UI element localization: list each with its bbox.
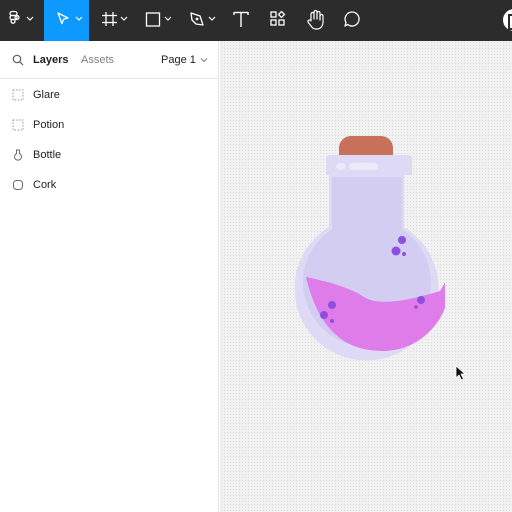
- dashed-frame-icon: [12, 119, 24, 131]
- layers-panel: Layers Assets Page 1 Glare Potion Bottle…: [0, 41, 219, 512]
- dashed-frame-icon: [12, 89, 24, 101]
- tab-layers[interactable]: Layers: [33, 53, 68, 67]
- pointer-icon: [57, 12, 83, 25]
- pen-icon: [190, 12, 216, 26]
- comment-tool-button[interactable]: [338, 0, 366, 41]
- comment-icon: [344, 11, 360, 27]
- layer-row-cork[interactable]: Cork: [0, 170, 219, 200]
- toolbar: [0, 0, 512, 41]
- potion-bottle-artwork[interactable]: [295, 118, 445, 362]
- panel-header: Layers Assets Page 1: [0, 41, 219, 79]
- chevron-down-icon: [26, 16, 34, 21]
- chevron-down-icon: [208, 16, 216, 21]
- frame-tool-button[interactable]: [99, 0, 135, 41]
- bubble: [320, 311, 328, 319]
- layer-row-glare[interactable]: Glare: [0, 80, 219, 110]
- text-tool-button[interactable]: [227, 0, 255, 41]
- rounded-rect-icon: [13, 180, 23, 190]
- tab-assets[interactable]: Assets: [81, 53, 114, 67]
- bubble: [330, 319, 334, 323]
- hash-frame-icon: [102, 12, 128, 26]
- glare-shape-small: [349, 163, 378, 170]
- shape-tool-button[interactable]: [141, 0, 177, 41]
- bubble: [414, 305, 418, 309]
- chevron-down-icon: [75, 16, 83, 21]
- rectangle-icon: [145, 12, 172, 27]
- figma-logo-icon: [9, 10, 34, 24]
- main-menu-button[interactable]: [0, 0, 41, 41]
- bubble: [402, 252, 406, 256]
- canvas[interactable]: [220, 41, 512, 512]
- resources-tool-button[interactable]: [264, 0, 292, 41]
- layer-row-potion[interactable]: Potion: [0, 110, 219, 140]
- mouse-cursor-icon: [455, 365, 466, 381]
- chevron-down-icon: [120, 16, 128, 21]
- text-icon: [233, 11, 249, 27]
- user-avatar[interactable]: [503, 9, 512, 31]
- bubble: [398, 236, 406, 244]
- layer-label: Bottle: [33, 149, 62, 161]
- bottle-shape-icon: [14, 149, 22, 161]
- move-tool-button[interactable]: [44, 0, 89, 41]
- page-selector[interactable]: Page 1: [161, 53, 208, 67]
- layer-label: Glare: [33, 89, 60, 101]
- bubble: [391, 246, 401, 256]
- hand-icon: [307, 9, 324, 30]
- layer-row-bottle[interactable]: Bottle: [0, 140, 219, 170]
- glare-shape-large: [336, 163, 346, 170]
- chevron-down-icon: [200, 58, 208, 63]
- pen-tool-button[interactable]: [185, 0, 221, 41]
- page-selector-label: Page 1: [161, 54, 196, 66]
- bubble: [417, 296, 425, 304]
- components-icon: [270, 10, 286, 26]
- search-icon[interactable]: [12, 54, 24, 66]
- layer-list: Glare Potion Bottle Cork: [0, 80, 219, 200]
- layer-label: Potion: [33, 119, 65, 131]
- hand-tool-button[interactable]: [302, 0, 330, 41]
- chevron-down-icon: [164, 16, 172, 21]
- bubble: [328, 301, 336, 309]
- layer-label: Cork: [33, 179, 57, 191]
